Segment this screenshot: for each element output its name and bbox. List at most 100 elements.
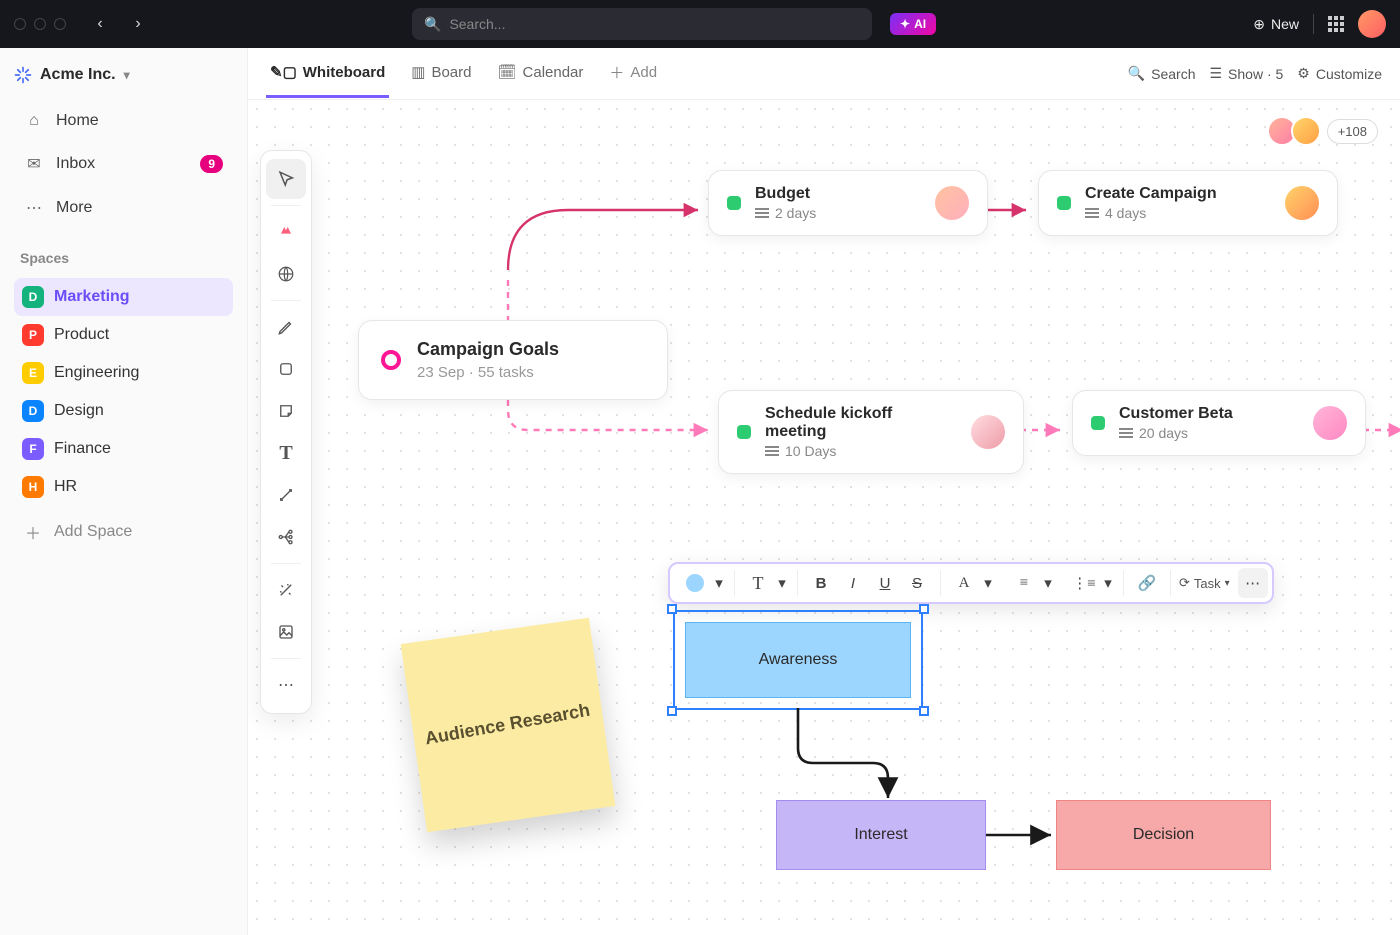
sidebar-space-design[interactable]: DDesign	[14, 392, 233, 430]
presence-stack[interactable]: +108	[1273, 116, 1378, 146]
nav-back-button[interactable]: ‹	[86, 10, 114, 38]
dropdown-caret[interactable]: ▾	[981, 568, 995, 598]
toolbar-more-button[interactable]: ⋯	[1238, 568, 1268, 598]
tool-magic[interactable]	[266, 570, 306, 610]
add-space-button[interactable]: ＋Add Space	[14, 510, 233, 554]
tool-image[interactable]	[266, 612, 306, 652]
new-button[interactable]: ⊕ New	[1253, 16, 1299, 33]
whiteboard-canvas[interactable]: +108 T ⋯	[248, 100, 1400, 935]
text-color-button[interactable]: A	[949, 568, 979, 598]
sidebar-space-finance[interactable]: FFinance	[14, 430, 233, 468]
tool-shape[interactable]	[266, 349, 306, 389]
apps-grid-icon[interactable]	[1328, 16, 1344, 32]
fill-color-button[interactable]	[680, 568, 710, 598]
presence-overflow[interactable]: +108	[1327, 119, 1378, 144]
tab-add-view[interactable]: ＋Add	[605, 48, 661, 100]
current-user-avatar[interactable]	[1358, 10, 1386, 38]
card-title: Create Campaign	[1085, 185, 1217, 203]
assignee-avatar[interactable]	[1285, 186, 1319, 220]
spaces-section-label: Spaces	[20, 250, 227, 266]
ai-badge[interactable]: ✦ AI	[890, 13, 936, 35]
link-button[interactable]: 🔗	[1132, 568, 1162, 598]
sidebar-space-product[interactable]: PProduct	[14, 316, 233, 354]
status-indicator	[737, 425, 751, 439]
list-icon	[1119, 425, 1133, 441]
tool-text[interactable]: T	[266, 433, 306, 473]
search-icon: 🔍	[424, 16, 441, 33]
dropdown-caret[interactable]: ▾	[1101, 568, 1115, 598]
home-icon: ⌂	[24, 112, 44, 130]
resize-handle[interactable]	[667, 706, 677, 716]
sync-icon: ⟳	[1179, 575, 1190, 591]
underline-button[interactable]: U	[870, 568, 900, 598]
view-show-button[interactable]: ☰Show · 5	[1209, 65, 1283, 82]
assignee-avatar[interactable]	[971, 415, 1005, 449]
sidebar-space-hr[interactable]: HHR	[14, 468, 233, 506]
tab-calendar[interactable]: 🗓Calendar	[493, 49, 587, 98]
shape-awareness[interactable]: Awareness	[685, 622, 911, 698]
tool-select[interactable]	[266, 159, 306, 199]
tool-pen[interactable]	[266, 307, 306, 347]
list-button[interactable]: ⋮≡	[1069, 568, 1099, 598]
view-search-button[interactable]: 🔍Search	[1128, 65, 1196, 82]
space-color-badge: P	[22, 324, 44, 346]
tool-more[interactable]: ⋯	[266, 665, 306, 705]
sidebar-space-marketing[interactable]: DMarketing	[14, 278, 233, 316]
more-icon: ⋯	[24, 198, 44, 218]
font-button[interactable]: T	[743, 568, 773, 598]
task-card-customer-beta[interactable]: Customer Beta 20 days	[1072, 390, 1366, 456]
resize-handle[interactable]	[919, 706, 929, 716]
window-controls[interactable]	[14, 18, 66, 30]
board-icon: ▥	[411, 63, 425, 81]
task-card-budget[interactable]: Budget 2 days	[708, 170, 988, 236]
global-search[interactable]: 🔍 Search...	[412, 8, 872, 40]
color-swatch-icon	[686, 574, 704, 592]
search-placeholder: Search...	[449, 16, 505, 32]
assignee-avatar[interactable]	[935, 186, 969, 220]
align-button[interactable]: ≡	[1009, 568, 1039, 598]
plus-icon: ＋	[609, 62, 624, 83]
nav-more[interactable]: ⋯More	[14, 188, 233, 228]
sidebar: Acme Inc. ▾ ⌂Home ✉Inbox9 ⋯More Spaces D…	[0, 48, 248, 935]
italic-button[interactable]: I	[838, 568, 868, 598]
status-indicator	[1057, 196, 1071, 210]
task-card-kickoff[interactable]: Schedule kickoff meeting 10 Days	[718, 390, 1024, 474]
tab-board[interactable]: ▥Board	[407, 49, 475, 98]
bold-button[interactable]: B	[806, 568, 836, 598]
card-title: Customer Beta	[1119, 405, 1233, 423]
tool-ai[interactable]	[266, 212, 306, 252]
dropdown-caret[interactable]: ▾	[1041, 568, 1055, 598]
connector-line	[498, 200, 708, 280]
sticky-note[interactable]: Audience Research	[401, 618, 616, 833]
shape-decision[interactable]: Decision	[1056, 800, 1271, 870]
resize-handle[interactable]	[667, 604, 677, 614]
inbox-count-badge: 9	[200, 155, 223, 173]
shape-interest[interactable]: Interest	[776, 800, 986, 870]
selected-shape-awareness[interactable]: Awareness	[673, 610, 923, 710]
resize-handle[interactable]	[919, 604, 929, 614]
strikethrough-button[interactable]: S	[902, 568, 932, 598]
goal-card[interactable]: Campaign Goals 23 Sep · 55 tasks	[358, 320, 668, 400]
presence-avatar[interactable]	[1291, 116, 1321, 146]
tab-whiteboard[interactable]: ✎▢Whiteboard	[266, 49, 389, 98]
nav-inbox[interactable]: ✉Inbox9	[14, 144, 233, 184]
nav-home[interactable]: ⌂Home	[14, 102, 233, 140]
floating-format-toolbar: ▾ T▾ B I U S A▾ ≡▾ ⋮≡▾ 🔗 ⟳Task▾ ⋯	[668, 562, 1274, 604]
sidebar-space-engineering[interactable]: EEngineering	[14, 354, 233, 392]
tool-mindmap[interactable]	[266, 517, 306, 557]
assignee-avatar[interactable]	[1313, 406, 1347, 440]
dropdown-caret[interactable]: ▾	[775, 568, 789, 598]
tool-connector[interactable]	[266, 475, 306, 515]
search-icon: 🔍	[1128, 65, 1145, 82]
tool-web[interactable]	[266, 254, 306, 294]
convert-to-task-button[interactable]: ⟳Task▾	[1173, 575, 1236, 591]
nav-forward-button[interactable]: ›	[124, 10, 152, 38]
view-customize-button[interactable]: ⚙Customize	[1297, 65, 1382, 82]
task-card-create-campaign[interactable]: Create Campaign 4 days	[1038, 170, 1338, 236]
calendar-icon: 🗓	[497, 63, 516, 81]
space-label: Marketing	[54, 288, 130, 306]
dropdown-caret[interactable]: ▾	[712, 568, 726, 598]
tool-sticky[interactable]	[266, 391, 306, 431]
canvas-toolbox: T ⋯	[260, 150, 312, 714]
workspace-switcher[interactable]: Acme Inc. ▾	[14, 66, 233, 84]
